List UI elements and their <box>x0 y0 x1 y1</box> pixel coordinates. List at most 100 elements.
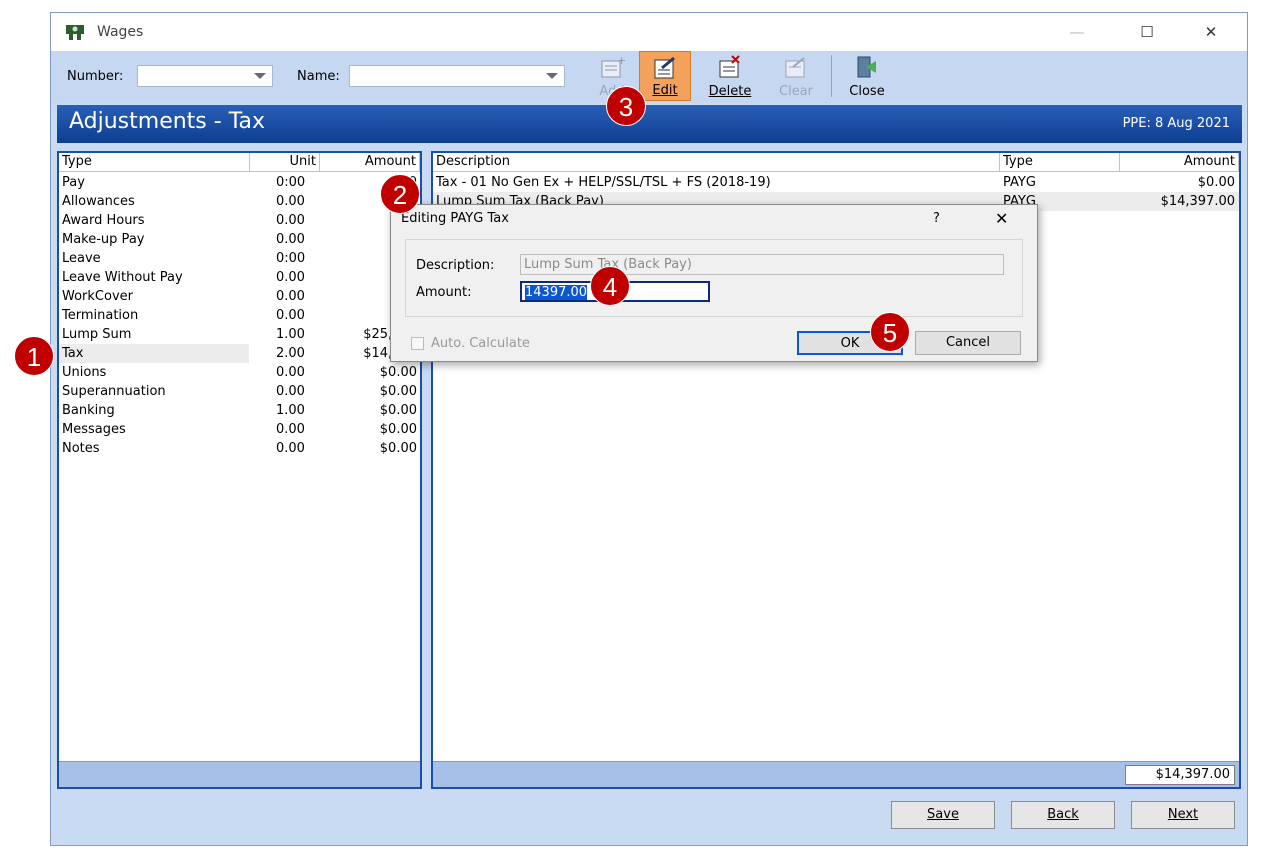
column-header-description[interactable]: Description <box>433 153 1000 172</box>
chevron-down-icon <box>546 73 558 79</box>
row-unit: 0.00 <box>276 270 305 285</box>
column-header-amount[interactable]: Amount <box>320 153 420 172</box>
wages-window: Wages — ☐ ✕ Number: Name: + Add <box>50 12 1248 846</box>
number-label: Number: <box>67 69 124 84</box>
page-title: Adjustments - Tax <box>69 109 265 134</box>
edit-document-icon <box>654 56 675 79</box>
close-button[interactable]: Close <box>839 51 895 101</box>
row-unit: 0.00 <box>276 232 305 247</box>
row-amount: $0.00 <box>379 403 417 418</box>
amount-label: Amount: <box>416 285 472 300</box>
table-row[interactable]: Tax - 01 No Gen Ex + HELP/SSL/TSL + FS (… <box>433 173 1239 192</box>
row-unit: 0.00 <box>276 441 305 456</box>
save-label: Save <box>927 807 959 822</box>
row-unit: 0:00 <box>276 251 306 266</box>
right-panel-footer: $14,397.00 <box>433 761 1239 787</box>
cancel-button[interactable]: Cancel <box>915 331 1021 355</box>
minimize-button[interactable]: — <box>1057 19 1097 45</box>
row-type: Pay <box>62 175 85 190</box>
save-button[interactable]: Save <box>891 801 995 829</box>
step-badge-4: 4 <box>590 266 630 306</box>
row-unit: 0.00 <box>276 384 305 399</box>
step-badge-2: 2 <box>380 174 420 214</box>
table-row[interactable]: Termination0.00$0 <box>59 306 420 325</box>
back-button[interactable]: Back <box>1011 801 1115 829</box>
table-row[interactable]: Lump Sum1.00$25,000 <box>59 325 420 344</box>
row-type: Messages <box>62 422 126 437</box>
chevron-down-icon <box>254 73 266 79</box>
table-row[interactable]: Make-up Pay0.00$0 <box>59 230 420 249</box>
toolbar-divider <box>831 55 832 97</box>
name-combo[interactable] <box>349 65 565 87</box>
dialog-close-button[interactable]: ✕ <box>995 209 1008 228</box>
app-icon <box>66 25 84 40</box>
toolbar: Number: Name: + Add Edit <box>51 51 1247 103</box>
row-type: Superannuation <box>62 384 166 399</box>
table-row[interactable]: WorkCover0.00$0 <box>59 287 420 306</box>
table-row[interactable]: Tax2.00$14,397 <box>59 344 417 363</box>
column-header-unit[interactable]: Unit <box>250 153 320 172</box>
help-button[interactable]: ? <box>933 211 940 226</box>
row-type: Unions <box>62 365 107 380</box>
clear-button[interactable]: Clear <box>773 51 819 101</box>
next-label: Next <box>1167 807 1199 822</box>
clear-document-icon <box>785 57 805 78</box>
row-amount: $0.00 <box>379 441 417 456</box>
row-type: Lump Sum <box>62 327 132 342</box>
name-label: Name: <box>297 69 340 84</box>
table-row[interactable]: Unions 0.00 $0.00 <box>59 363 420 382</box>
row-type: Termination <box>62 308 139 323</box>
table-row[interactable]: Leave Without Pay0.00$0 <box>59 268 420 287</box>
step-badge-5: 5 <box>870 312 910 352</box>
column-header-type[interactable]: Type <box>1000 153 1120 172</box>
section-header: Adjustments - Tax PPE: 8 Aug 2021 <box>57 105 1242 143</box>
dialog-fields-group: Description: Lump Sum Tax (Back Pay) Amo… <box>405 239 1023 317</box>
table-row[interactable]: Banking 1.00 $0.00 <box>59 401 420 420</box>
column-header-type[interactable]: Type <box>59 153 250 172</box>
maximize-button[interactable]: ☐ <box>1127 19 1167 45</box>
row-type: WorkCover <box>62 289 133 304</box>
row-unit: 0.00 <box>276 289 305 304</box>
number-combo[interactable] <box>137 65 273 87</box>
edit-button[interactable]: Edit <box>639 51 691 101</box>
close-window-button[interactable]: ✕ <box>1191 19 1231 45</box>
description-field[interactable]: Lump Sum Tax (Back Pay) <box>520 254 1004 275</box>
row-unit: 0:00 <box>276 175 306 190</box>
row-amount: $0.00 <box>1197 175 1235 190</box>
row-type: Notes <box>62 441 100 456</box>
table-row[interactable]: Award Hours0.00$0 <box>59 211 420 230</box>
title-bar: Wages — ☐ ✕ <box>51 13 1247 51</box>
exit-door-icon <box>857 56 876 78</box>
svg-text:+: + <box>617 55 625 67</box>
column-header-amount[interactable]: Amount <box>1120 153 1239 172</box>
row-unit: 0.00 <box>276 422 305 437</box>
table-row[interactable]: Allowances0.00$0 <box>59 192 420 211</box>
row-unit: 2.00 <box>276 346 305 361</box>
row-amount: $0.00 <box>379 384 417 399</box>
delete-document-icon <box>719 55 740 78</box>
row-description: Tax - 01 No Gen Ex + HELP/SSL/TSL + FS (… <box>436 175 771 190</box>
auto-calculate-checkbox[interactable] <box>411 337 424 350</box>
window-title: Wages <box>97 24 144 40</box>
row-type: Leave Without Pay <box>62 270 183 285</box>
back-label: Back <box>1047 807 1079 822</box>
next-button[interactable]: Next <box>1131 801 1235 829</box>
row-unit: 0.00 <box>276 365 305 380</box>
row-type: Award Hours <box>62 213 145 228</box>
table-row[interactable]: Notes 0.00 $0.00 <box>59 439 420 458</box>
row-type: Leave <box>62 251 101 266</box>
add-document-icon: + <box>601 55 625 78</box>
row-unit: 1.00 <box>276 403 305 418</box>
table-row[interactable]: Pay0:00$0 <box>59 173 420 192</box>
row-amount: $14,397.00 <box>1160 194 1235 209</box>
edit-label: Edit <box>652 83 678 98</box>
ppe-date: PPE: 8 Aug 2021 <box>1122 116 1230 131</box>
row-type: Make-up Pay <box>62 232 145 247</box>
amount-value: 14397.00 <box>525 285 588 300</box>
auto-calculate-label: Auto. Calculate <box>431 336 530 351</box>
table-row[interactable]: Superannuation 0.00 $0.00 <box>59 382 420 401</box>
table-row[interactable]: Messages 0.00 $0.00 <box>59 420 420 439</box>
table-row[interactable]: Leave0:00$0 <box>59 249 420 268</box>
total-amount: $14,397.00 <box>1125 765 1235 785</box>
delete-button[interactable]: Delete <box>699 51 761 101</box>
